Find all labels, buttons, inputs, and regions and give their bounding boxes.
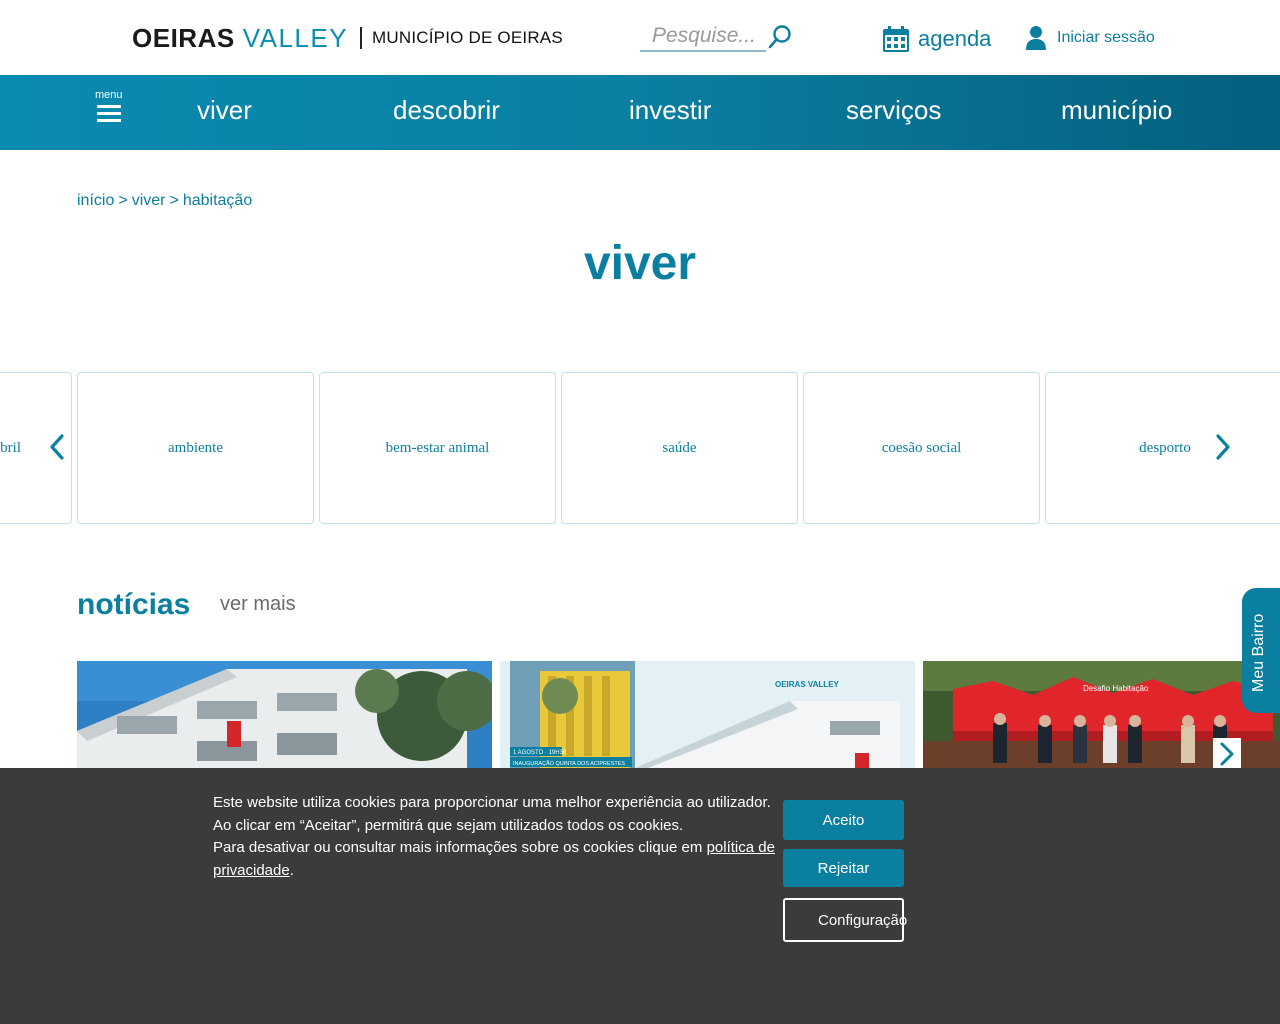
news-more-link[interactable]: ver mais — [220, 593, 296, 616]
carousel-card-desporto[interactable]: desporto — [1045, 372, 1280, 524]
news-image-2[interactable]: OEIRAS VALLEY 1 AGOSTO · 19H30 INAUGURAÇ… — [500, 661, 915, 768]
chevron-right-icon[interactable] — [1213, 432, 1233, 462]
nav-item-investir[interactable]: investir — [629, 95, 711, 126]
carousel-card-label: bril — [0, 439, 21, 456]
logo[interactable]: OEIRAS VALLEY MUNICÍPIO DE OEIRAS — [132, 22, 563, 53]
carousel-card-label: saúde — [662, 439, 697, 456]
news-image-2-caption: INAUGURAÇÃO QUINTA DOS ACIPRESTES — [513, 760, 625, 767]
breadcrumb-separator: > — [169, 192, 179, 209]
news-image-2-logo: OEIRAS VALLEY — [775, 680, 840, 689]
news-image-3-banner: Desafio Habitação — [1083, 684, 1149, 693]
meu-bairro-tab[interactable]: Meu Bairro — [1242, 588, 1280, 713]
carousel-card-coesao-social[interactable]: coesão social — [803, 372, 1040, 524]
page-title: viver — [583, 237, 697, 290]
cookie-banner: Este website utiliza cookies para propor… — [0, 768, 1280, 1024]
chevron-left-icon[interactable] — [47, 432, 67, 462]
nav-item-municipio[interactable]: município — [1061, 95, 1172, 126]
main-nav: menu viver descobrir investir serviços m… — [0, 75, 1280, 150]
logo-valley: VALLEY — [242, 22, 349, 53]
news-image-1[interactable] — [77, 661, 492, 768]
cookie-end: . — [289, 862, 294, 880]
cookie-line-1: Este website utiliza cookies para propor… — [213, 794, 771, 811]
nav-item-servicos[interactable]: serviços — [846, 95, 941, 126]
agenda-link[interactable]: agenda — [882, 24, 991, 54]
hamburger-icon — [97, 105, 121, 123]
logo-oeiras: OEIRAS — [132, 22, 235, 53]
news-chevron-right-icon[interactable] — [1213, 738, 1241, 768]
nav-item-viver[interactable]: viver — [197, 95, 252, 126]
breadcrumb-inicio[interactable]: início — [77, 192, 114, 209]
cookie-line-3: Para desativar ou consultar mais informa… — [213, 839, 707, 857]
carousel-card-label: ambiente — [168, 439, 223, 456]
carousel-card-ambiente[interactable]: ambiente — [77, 372, 314, 524]
reject-button[interactable]: Rejeitar — [783, 849, 904, 887]
carousel-card-label: desporto — [1139, 439, 1191, 456]
carousel-card-saude[interactable]: saúde — [561, 372, 798, 524]
logo-divider — [360, 27, 363, 49]
login-label: Iniciar sessão — [1057, 29, 1155, 46]
logo-municipio: MUNICÍPIO DE OEIRAS — [372, 28, 563, 47]
breadcrumb-habitacao[interactable]: habitação — [183, 192, 252, 209]
breadcrumb-viver[interactable]: viver — [132, 192, 166, 209]
search — [640, 22, 792, 52]
news-image-1-graphic — [77, 661, 492, 768]
news-title: notícias — [77, 588, 191, 621]
accept-button[interactable]: Aceito — [783, 800, 904, 840]
cookie-line-2: Ao clicar em “Aceitar”, permitirá que se… — [213, 816, 684, 834]
nav-item-descobrir[interactable]: descobrir — [393, 95, 500, 126]
carousel-card-label: coesão social — [881, 439, 962, 456]
menu-button[interactable]: menu — [94, 89, 124, 125]
header: OEIRAS VALLEY MUNICÍPIO DE OEIRAS agenda — [0, 0, 1280, 75]
menu-label: menu — [95, 89, 123, 101]
search-icon[interactable] — [768, 24, 792, 50]
carousel-card-bem-estar-animal[interactable]: bem-estar animal — [319, 372, 556, 524]
cookie-text: Este website utiliza cookies para propor… — [213, 792, 783, 883]
calendar-icon — [883, 26, 909, 52]
search-input[interactable] — [640, 22, 766, 52]
user-icon — [1026, 26, 1046, 50]
breadcrumb-separator: > — [118, 192, 128, 209]
meu-bairro-label: Meu Bairro — [1250, 613, 1267, 692]
carousel-card-label: bem-estar animal — [385, 439, 490, 456]
breadcrumb: início > viver > habitação — [77, 192, 252, 210]
configuration-button[interactable]: Configuração — [783, 898, 907, 942]
news-image-2-date: 1 AGOSTO · 19H30 — [513, 750, 567, 756]
agenda-label: agenda — [918, 26, 992, 51]
news-image-2-graphic: OEIRAS VALLEY 1 AGOSTO · 19H30 INAUGURAÇ… — [500, 661, 915, 768]
login-link[interactable]: Iniciar sessão — [1025, 24, 1155, 52]
